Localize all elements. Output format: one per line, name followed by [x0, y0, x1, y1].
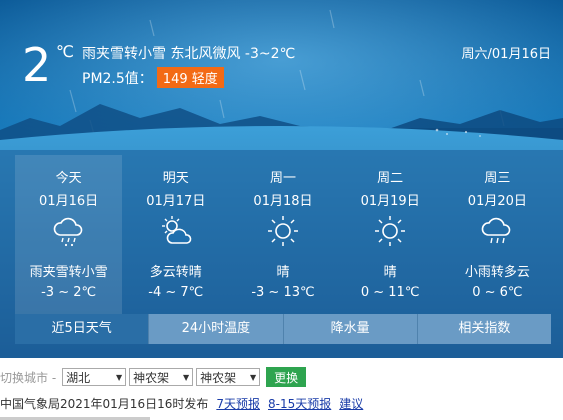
day-date: 01月20日 [467, 194, 527, 209]
day-date: 01月16日 [39, 194, 99, 209]
change-city-button[interactable]: 更换 [266, 367, 307, 387]
district-select[interactable]: 神农架 ▼ [196, 368, 261, 386]
day-date: 01月19日 [360, 194, 420, 209]
day-condition: 雨夹雪转小雪 [29, 265, 108, 280]
pm25-label: PM2.5值： [82, 70, 153, 87]
tab-24h-temperature[interactable]: 24小时温度 [148, 314, 283, 344]
day-date: 01月18日 [253, 194, 313, 209]
tab-related-index[interactable]: 相关指数 [416, 314, 551, 344]
day-temperature: -3 ~ 2℃ [41, 285, 97, 300]
day-name: 周二 [377, 171, 404, 186]
partly-cloudy-icon [161, 216, 192, 244]
current-temperature: 2 [22, 38, 52, 92]
forecast-day: 今天 01月16日 雨夹雪转小雪 -3 ~ 2℃ [15, 155, 123, 314]
province-value: 湖北 [66, 370, 91, 385]
temperature-unit: ℃ [56, 42, 74, 61]
publish-row: 中国气象局2021年01月16日16时发布 7天预报 8-15天预报 建议 [0, 394, 363, 412]
city-select[interactable]: 神农架 ▼ [129, 368, 194, 386]
cropped-text-line [0, 417, 150, 420]
day-name: 今天 [55, 171, 82, 186]
chevron-down-icon: ▼ [250, 372, 257, 382]
sun-icon [375, 216, 406, 246]
day-date: 01月17日 [146, 194, 206, 209]
city-switch-label: 切换城市 - [0, 370, 57, 385]
current-description: 雨夹雪转小雪 东北风微风 -3~2℃ [82, 46, 296, 62]
day-condition: 晴 [276, 265, 290, 280]
day-condition: 小雨转多云 [464, 265, 530, 280]
link-7-day-forecast[interactable]: 7天预报 [216, 395, 260, 412]
tab-precipitation[interactable]: 降水量 [282, 314, 417, 344]
district-value: 神农架 [200, 370, 237, 385]
sun-icon [267, 216, 298, 246]
city-value: 神农架 [133, 370, 170, 385]
day-temperature: -4 ~ 7℃ [148, 285, 204, 300]
forecast-day: 周三 01月20日 小雨转多云 0 ~ 6℃ [444, 155, 551, 314]
day-condition: 晴 [383, 265, 397, 280]
forecast-day: 周二 01月19日 晴 0 ~ 11℃ [337, 155, 444, 314]
day-temperature: 0 ~ 11℃ [360, 285, 420, 300]
province-select[interactable]: 湖北 ▼ [62, 368, 127, 386]
tab-5-day-weather[interactable]: 近5日天气 [15, 314, 149, 344]
chevron-down-icon: ▼ [116, 372, 123, 382]
rain-snow-icon [53, 217, 82, 247]
pm25-badge: 149 轻度 [156, 67, 224, 88]
day-temperature: -3 ~ 13℃ [251, 285, 315, 300]
pm25-row: PM2.5值： 149 轻度 [82, 67, 224, 88]
day-temperature: 0 ~ 6℃ [472, 285, 523, 300]
forecast-day: 明天 01月17日 多云转晴 -4 ~ 7℃ [122, 155, 229, 314]
day-name: 明天 [162, 171, 189, 186]
publish-text: 中国气象局2021年01月16日16时发布 [0, 396, 209, 411]
forecast-tabs: 近5日天气 24小时温度 降水量 相关指数 [15, 314, 551, 344]
day-condition: 多云转晴 [149, 265, 202, 280]
day-name: 周一 [269, 171, 296, 186]
city-switcher: 切换城市 - 湖北 ▼ 神农架 ▼ 神农架 ▼ 更换 [0, 367, 307, 387]
weather-widget: 2 ℃ 雨夹雪转小雪 东北风微风 -3~2℃ 周六/01月16日 PM2.5值：… [0, 0, 563, 358]
light-rain-icon [482, 217, 511, 244]
link-suggestion[interactable]: 建议 [339, 395, 363, 412]
chevron-down-icon: ▼ [183, 372, 190, 382]
forecast-day: 周一 01月18日 晴 -3 ~ 13℃ [229, 155, 336, 314]
day-name: 周三 [484, 171, 511, 186]
link-8-15-day-forecast[interactable]: 8-15天预报 [268, 395, 331, 412]
current-date: 周六/01月16日 [461, 47, 551, 62]
forecast-list: 今天 01月16日 雨夹雪转小雪 -3 ~ 2℃ 明天 01月17日 多云转晴 … [15, 155, 551, 314]
